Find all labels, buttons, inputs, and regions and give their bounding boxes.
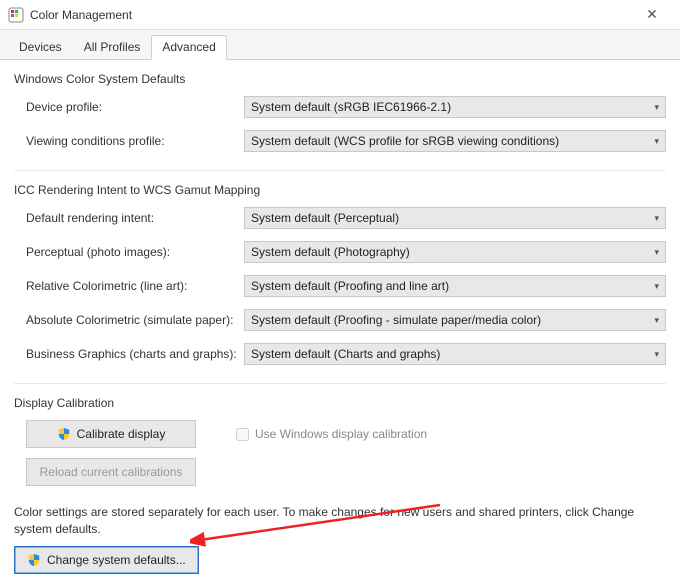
relative-colorimetric-dropdown[interactable]: System default (Proofing and line art) ▾ bbox=[244, 275, 666, 297]
row-viewing-conditions: Viewing conditions profile: System defau… bbox=[14, 130, 666, 152]
default-intent-value: System default (Perceptual) bbox=[251, 211, 648, 225]
row-default-intent: Default rendering intent: System default… bbox=[14, 207, 666, 229]
group-icc-heading: ICC Rendering Intent to WCS Gamut Mappin… bbox=[14, 183, 666, 197]
row-business-graphics: Business Graphics (charts and graphs): S… bbox=[14, 343, 666, 365]
change-system-defaults-button[interactable]: Change system defaults... bbox=[14, 546, 199, 574]
chevron-down-icon: ▾ bbox=[654, 315, 659, 326]
chevron-down-icon: ▾ bbox=[654, 349, 659, 360]
window-title: Color Management bbox=[30, 8, 632, 22]
chevron-down-icon: ▾ bbox=[654, 247, 659, 258]
close-button[interactable]: ✕ bbox=[632, 6, 672, 23]
chevron-down-icon: ▾ bbox=[654, 102, 659, 113]
tab-all-profiles[interactable]: All Profiles bbox=[73, 35, 152, 60]
viewing-conditions-dropdown[interactable]: System default (WCS profile for sRGB vie… bbox=[244, 130, 666, 152]
perceptual-dropdown[interactable]: System default (Photography) ▾ bbox=[244, 241, 666, 263]
reload-calibrations-label: Reload current calibrations bbox=[40, 465, 183, 479]
shield-icon bbox=[27, 553, 41, 567]
calib-row-1: Calibrate display Use Windows display ca… bbox=[14, 420, 666, 448]
tab-content-advanced: Windows Color System Defaults Device pro… bbox=[0, 60, 680, 586]
tab-advanced[interactable]: Advanced bbox=[151, 35, 226, 60]
use-windows-calibration-label: Use Windows display calibration bbox=[255, 427, 427, 441]
default-intent-label: Default rendering intent: bbox=[14, 211, 244, 225]
device-profile-value: System default (sRGB IEC61966-2.1) bbox=[251, 100, 648, 114]
perceptual-value: System default (Photography) bbox=[251, 245, 648, 259]
calib-row-2: Reload current calibrations bbox=[14, 458, 666, 486]
calibrate-display-label: Calibrate display bbox=[77, 427, 166, 441]
titlebar: Color Management ✕ bbox=[0, 0, 680, 30]
chevron-down-icon: ▾ bbox=[654, 136, 659, 147]
use-windows-calibration-checkbox[interactable]: Use Windows display calibration bbox=[236, 427, 427, 441]
business-graphics-label: Business Graphics (charts and graphs): bbox=[14, 347, 244, 361]
business-graphics-dropdown[interactable]: System default (Charts and graphs) ▾ bbox=[244, 343, 666, 365]
absolute-colorimetric-dropdown[interactable]: System default (Proofing - simulate pape… bbox=[244, 309, 666, 331]
chevron-down-icon: ▾ bbox=[654, 281, 659, 292]
group-wcsd-heading: Windows Color System Defaults bbox=[14, 72, 666, 86]
device-profile-label: Device profile: bbox=[14, 100, 244, 114]
calibrate-display-button[interactable]: Calibrate display bbox=[26, 420, 196, 448]
reload-calibrations-button: Reload current calibrations bbox=[26, 458, 196, 486]
color-management-icon bbox=[8, 7, 24, 23]
tab-strip: Devices All Profiles Advanced bbox=[0, 30, 680, 60]
change-system-defaults-label: Change system defaults... bbox=[47, 553, 186, 567]
group-wcsd: Windows Color System Defaults Device pro… bbox=[14, 72, 666, 152]
absolute-colorimetric-value: System default (Proofing - simulate pape… bbox=[251, 313, 648, 327]
use-windows-calibration-input[interactable] bbox=[236, 428, 249, 441]
row-device-profile: Device profile: System default (sRGB IEC… bbox=[14, 96, 666, 118]
separator bbox=[14, 383, 666, 384]
relative-colorimetric-value: System default (Proofing and line art) bbox=[251, 279, 648, 293]
shield-icon bbox=[57, 427, 71, 441]
device-profile-dropdown[interactable]: System default (sRGB IEC61966-2.1) ▾ bbox=[244, 96, 666, 118]
viewing-conditions-label: Viewing conditions profile: bbox=[14, 134, 244, 148]
group-icc: ICC Rendering Intent to WCS Gamut Mappin… bbox=[14, 183, 666, 365]
group-display-calibration: Display Calibration Calibrate display Us… bbox=[14, 396, 666, 486]
perceptual-label: Perceptual (photo images): bbox=[14, 245, 244, 259]
default-intent-dropdown[interactable]: System default (Perceptual) ▾ bbox=[244, 207, 666, 229]
tab-devices[interactable]: Devices bbox=[8, 35, 73, 60]
business-graphics-value: System default (Charts and graphs) bbox=[251, 347, 648, 361]
relative-colorimetric-label: Relative Colorimetric (line art): bbox=[14, 279, 244, 293]
row-absolute-colorimetric: Absolute Colorimetric (simulate paper): … bbox=[14, 309, 666, 331]
separator bbox=[14, 170, 666, 171]
row-relative-colorimetric: Relative Colorimetric (line art): System… bbox=[14, 275, 666, 297]
chevron-down-icon: ▾ bbox=[654, 213, 659, 224]
group-calib-heading: Display Calibration bbox=[14, 396, 666, 410]
viewing-conditions-value: System default (WCS profile for sRGB vie… bbox=[251, 134, 648, 148]
footer-note: Color settings are stored separately for… bbox=[14, 504, 666, 538]
row-perceptual: Perceptual (photo images): System defaul… bbox=[14, 241, 666, 263]
absolute-colorimetric-label: Absolute Colorimetric (simulate paper): bbox=[14, 313, 244, 327]
